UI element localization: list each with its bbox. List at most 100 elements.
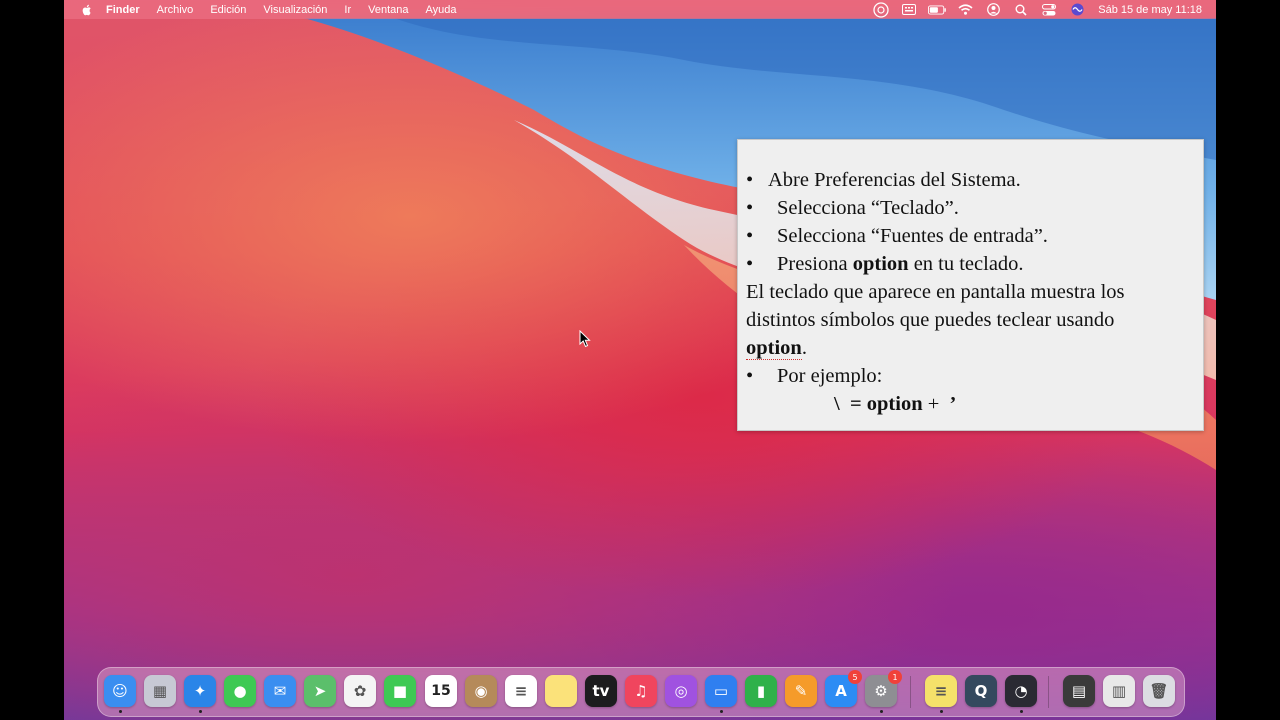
example-shortcut: \ = option + ’ <box>834 390 956 418</box>
menu-edicion[interactable]: Edición <box>210 4 246 16</box>
menu-visualizacion[interactable]: Visualización <box>263 4 327 16</box>
notes-icon[interactable] <box>545 675 577 707</box>
keynote-icon-glyph: ▭ <box>713 682 729 700</box>
image-file-icon-glyph: ▥ <box>1111 682 1127 700</box>
podcasts-icon-glyph: ◎ <box>674 682 688 700</box>
menu-archivo[interactable]: Archivo <box>157 4 194 16</box>
menu-ventana[interactable]: Ventana <box>368 4 408 16</box>
obs-icon-glyph: ◔ <box>1014 682 1028 700</box>
messages-icon-glyph: ● <box>233 682 247 700</box>
bullet-icon: • <box>746 197 754 219</box>
paragraph-line-1: El teclado que aparece en pantalla muest… <box>746 281 1125 303</box>
dock-separator <box>910 676 911 708</box>
calendar-icon-glyph: 15 <box>431 683 451 699</box>
bullet-icon: • <box>746 253 754 275</box>
appletv-icon-glyph: tv <box>592 682 610 700</box>
photos-icon-glyph: ✿ <box>353 682 367 700</box>
running-indicator <box>1020 710 1023 713</box>
screenshot-folder-icon-glyph: ▤ <box>1071 682 1087 700</box>
stickies-icon-glyph: ≡ <box>934 682 948 700</box>
pages-icon-glyph: ✎ <box>794 682 808 700</box>
photos-icon[interactable]: ✿ <box>344 675 376 707</box>
option-key-text: option <box>852 253 909 275</box>
example-equals: = <box>849 393 862 415</box>
appstore-icon[interactable]: A5 <box>825 670 862 707</box>
running-indicator <box>940 710 943 713</box>
menubar-clock[interactable]: Sáb 15 de may 11:18 <box>1098 4 1202 16</box>
siri-icon[interactable] <box>1068 3 1086 17</box>
messages-icon[interactable]: ● <box>224 675 256 707</box>
mouse-cursor-icon <box>579 330 591 348</box>
menu-bar: Finder Archivo Edición Visualización Ir … <box>64 0 1216 19</box>
apple-menu-icon[interactable] <box>80 3 94 17</box>
bullet-line-preferences: • Abre Preferencias del Sistema. <box>746 166 1021 194</box>
example-option: option <box>866 393 923 415</box>
running-indicator <box>119 710 122 713</box>
bullet-icon: • <box>746 225 754 247</box>
podcasts-icon[interactable]: ◎ <box>665 675 697 707</box>
music-icon-glyph: ♫ <box>634 682 648 700</box>
mail-icon-glyph: ✉ <box>273 682 287 700</box>
keynote-slide-text-box: • Abre Preferencias del Sistema. • Selecci… <box>737 139 1204 431</box>
control-center-icon[interactable] <box>1040 3 1058 17</box>
image-file-icon[interactable]: ▥ <box>1103 675 1135 707</box>
bullet-line-presiona: • Presiona option en tu teclado. <box>746 250 1024 278</box>
user-icon[interactable] <box>984 3 1002 17</box>
menu-ayuda[interactable]: Ayuda <box>426 4 457 16</box>
trash-icon-glyph: 🗑 <box>1149 682 1169 700</box>
status-area: Sáb 15 de may 11:18 <box>862 1 1202 18</box>
obs-icon[interactable]: ◔ <box>1005 675 1037 707</box>
screenshot-folder-icon[interactable]: ▤ <box>1063 675 1095 707</box>
reminders-icon-glyph: ≡ <box>514 682 528 700</box>
example-plus: + <box>927 393 940 415</box>
appletv-icon[interactable]: tv <box>585 675 617 707</box>
appstore-icon-glyph: A <box>835 682 847 700</box>
spotlight-icon[interactable] <box>1012 3 1030 17</box>
menu-app-name[interactable]: Finder <box>106 4 140 16</box>
contacts-icon-glyph: ◉ <box>474 682 488 700</box>
pages-icon[interactable]: ✎ <box>785 675 817 707</box>
menu-ir[interactable]: Ir <box>344 4 351 16</box>
wifi-icon[interactable] <box>956 3 974 17</box>
quicktime-icon[interactable]: Q <box>965 675 997 707</box>
dock-separator <box>1048 676 1049 708</box>
numbers-icon-glyph: ▮ <box>756 682 766 700</box>
system-preferences-icon-glyph: ⚙ <box>874 682 888 700</box>
running-indicator <box>720 710 723 713</box>
trash-icon[interactable]: 🗑 <box>1143 675 1175 707</box>
mail-icon[interactable]: ✉ <box>264 675 296 707</box>
contacts-icon[interactable]: ◉ <box>465 675 497 707</box>
system-preferences-icon[interactable]: ⚙ 1 <box>865 670 902 707</box>
numbers-icon[interactable]: ▮ <box>745 675 777 707</box>
notification-badge: 5 <box>848 670 862 684</box>
calendar-icon[interactable]: 15 <box>425 675 457 707</box>
reminders-icon[interactable]: ≡ <box>505 675 537 707</box>
bullet-line-ejemplo: • Por ejemplo: <box>746 362 882 390</box>
bullet-icon: • <box>746 169 754 191</box>
bullet-line-teclado: • Selecciona “Teclado”. <box>746 194 959 222</box>
running-indicator <box>880 710 883 713</box>
accessibility-icon[interactable] <box>872 1 890 18</box>
example-apostrophe: ’ <box>949 393 957 415</box>
stickies-icon[interactable]: ≡ <box>925 675 957 707</box>
launchpad-icon-glyph: ▦ <box>152 682 168 700</box>
launchpad-icon[interactable]: ▦ <box>144 675 176 707</box>
finder-icon-glyph: ☺ <box>112 682 128 700</box>
facetime-icon[interactable]: ■ <box>384 675 416 707</box>
bullet-icon: • <box>746 365 754 387</box>
quicktime-icon-glyph: Q <box>974 682 988 700</box>
safari-icon-glyph: ✦ <box>193 682 207 700</box>
paragraph-line-2: distintos símbolos que puedes teclear us… <box>746 309 1115 331</box>
finder-icon[interactable]: ☺ <box>104 675 136 707</box>
maps-icon[interactable]: ➤ <box>304 675 336 707</box>
music-icon[interactable]: ♫ <box>625 675 657 707</box>
dock: ☺ ▦ ✦ ● ✉ ➤ ✿ ■ 15 ◉ ≡ tv ♫ ◎ ▭ ▮ ✎ A 5 ⚙ 1 ≡ Q ◔ ▤ ▥ 🗑 <box>97 667 1185 717</box>
running-indicator <box>199 710 202 713</box>
battery-icon[interactable] <box>928 3 947 17</box>
keyboard-viewer-icon[interactable] <box>900 3 918 17</box>
safari-icon[interactable]: ✦ <box>184 675 216 707</box>
keynote-icon[interactable]: ▭ <box>705 675 737 707</box>
option-key-text: option <box>746 337 802 360</box>
example-backslash: \ <box>834 393 840 415</box>
maps-icon-glyph: ➤ <box>313 682 327 700</box>
